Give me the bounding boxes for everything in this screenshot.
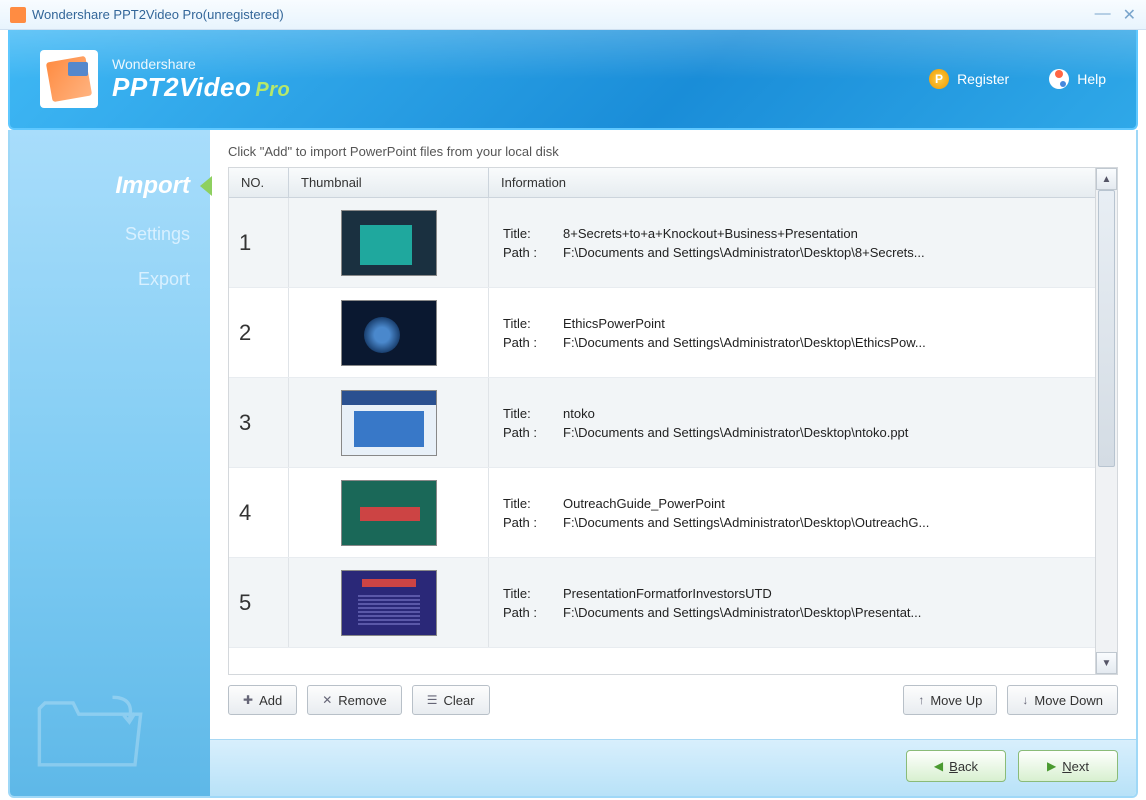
row-number: 4 [229,468,289,557]
remove-button[interactable]: ✕Remove [307,685,401,715]
row-number: 3 [229,378,289,467]
row-number: 1 [229,198,289,287]
app-window: Wondershare PPT2Video Pro(unregistered) … [0,0,1146,800]
toolbar: ✚Add ✕Remove ☰Clear ↑Move Up ↓Move Down [228,675,1118,725]
window-title: Wondershare PPT2Video Pro(unregistered) [32,7,1095,22]
title-label: Title: [503,406,563,421]
path-label: Path : [503,425,563,440]
back-button[interactable]: ◀Back [906,750,1006,782]
add-button[interactable]: ✚Add [228,685,297,715]
title-value: PresentationFormatforInvestorsUTD [563,586,772,601]
app-icon [10,7,26,23]
thumbnail-icon [341,210,437,276]
arrow-left-icon: ◀ [934,759,943,773]
title-label: Title: [503,226,563,241]
table-header: NO. Thumbnail Information [229,168,1095,198]
arrow-right-icon: ▶ [1047,759,1056,773]
sidebar-item-label: Export [138,269,190,289]
brand-product: PPT2Video [112,72,251,102]
scroll-up-button[interactable]: ▲ [1096,168,1117,190]
row-number: 2 [229,288,289,377]
register-icon: P [929,69,949,89]
title-value: ntoko [563,406,595,421]
help-icon [1049,69,1069,89]
path-value: F:\Documents and Settings\Administrator\… [563,515,929,530]
scroll-thumb[interactable] [1098,190,1115,467]
clear-icon: ☰ [427,693,438,707]
scroll-down-button[interactable]: ▼ [1096,652,1117,674]
arrow-down-icon: ↓ [1022,693,1028,707]
plus-icon: ✚ [243,693,253,707]
help-label: Help [1077,71,1106,87]
register-label: Register [957,71,1009,87]
thumbnail-icon [341,300,437,366]
vertical-scrollbar[interactable]: ▲ ▼ [1095,168,1117,674]
path-label: Path : [503,335,563,350]
column-no: NO. [229,168,289,197]
title-value: EthicsPowerPoint [563,316,665,331]
title-value: 8+Secrets+to+a+Knockout+Business+Present… [563,226,858,241]
sidebar-item-label: Import [115,172,190,199]
path-value: F:\Documents and Settings\Administrator\… [563,245,925,260]
main-area: Import Settings Export Click "Add" to im… [8,130,1138,798]
file-table: NO. Thumbnail Information 1 Title:8+Secr… [228,167,1118,675]
brand-text: Wondershare PPT2VideoPro [112,56,290,103]
table-row[interactable]: 1 Title:8+Secrets+to+a+Knockout+Business… [229,198,1095,288]
title-label: Title: [503,586,563,601]
thumbnail-icon [341,390,437,456]
title-value: OutreachGuide_PowerPoint [563,496,725,511]
column-information: Information [489,175,1095,190]
column-thumbnail: Thumbnail [289,168,489,197]
path-label: Path : [503,605,563,620]
sidebar-item-settings[interactable]: Settings [10,212,210,257]
movedown-button[interactable]: ↓Move Down [1007,685,1118,715]
table-row[interactable]: 3 Title:ntoko Path :F:\Documents and Set… [229,378,1095,468]
arrow-up-icon: ↑ [918,693,924,707]
content-panel: Click "Add" to import PowerPoint files f… [210,130,1136,739]
sidebar: Import Settings Export [10,130,210,796]
thumbnail-icon [341,570,437,636]
nav-footer: ◀Back ▶Next [210,739,1136,796]
brand-icon [40,50,98,108]
register-button[interactable]: P Register [929,69,1009,89]
folder-decoration-icon [30,686,150,776]
path-value: F:\Documents and Settings\Administrator\… [563,425,908,440]
instruction-text: Click "Add" to import PowerPoint files f… [228,144,1118,159]
brand-suffix: Pro [255,79,290,101]
x-icon: ✕ [322,693,332,707]
path-value: F:\Documents and Settings\Administrator\… [563,605,921,620]
clear-button[interactable]: ☰Clear [412,685,490,715]
sidebar-item-export[interactable]: Export [10,257,210,302]
path-value: F:\Documents and Settings\Administrator\… [563,335,926,350]
table-row[interactable]: 2 Title:EthicsPowerPoint Path :F:\Docume… [229,288,1095,378]
title-label: Title: [503,316,563,331]
next-button[interactable]: ▶Next [1018,750,1118,782]
moveup-button[interactable]: ↑Move Up [903,685,997,715]
brand-company: Wondershare [112,56,290,72]
sidebar-item-label: Settings [125,224,190,244]
path-label: Path : [503,515,563,530]
titlebar: Wondershare PPT2Video Pro(unregistered) … [0,0,1146,30]
minimize-button[interactable]: — [1095,5,1111,25]
table-row[interactable]: 5 Title:PresentationFormatforInvestorsUT… [229,558,1095,648]
help-button[interactable]: Help [1049,69,1106,89]
sidebar-item-import[interactable]: Import [10,160,210,212]
table-row[interactable]: 4 Title:OutreachGuide_PowerPoint Path :F… [229,468,1095,558]
path-label: Path : [503,245,563,260]
header-banner: Wondershare PPT2VideoPro P Register Help [8,30,1138,130]
row-number: 5 [229,558,289,647]
close-button[interactable]: ✕ [1123,5,1136,25]
title-label: Title: [503,496,563,511]
thumbnail-icon [341,480,437,546]
